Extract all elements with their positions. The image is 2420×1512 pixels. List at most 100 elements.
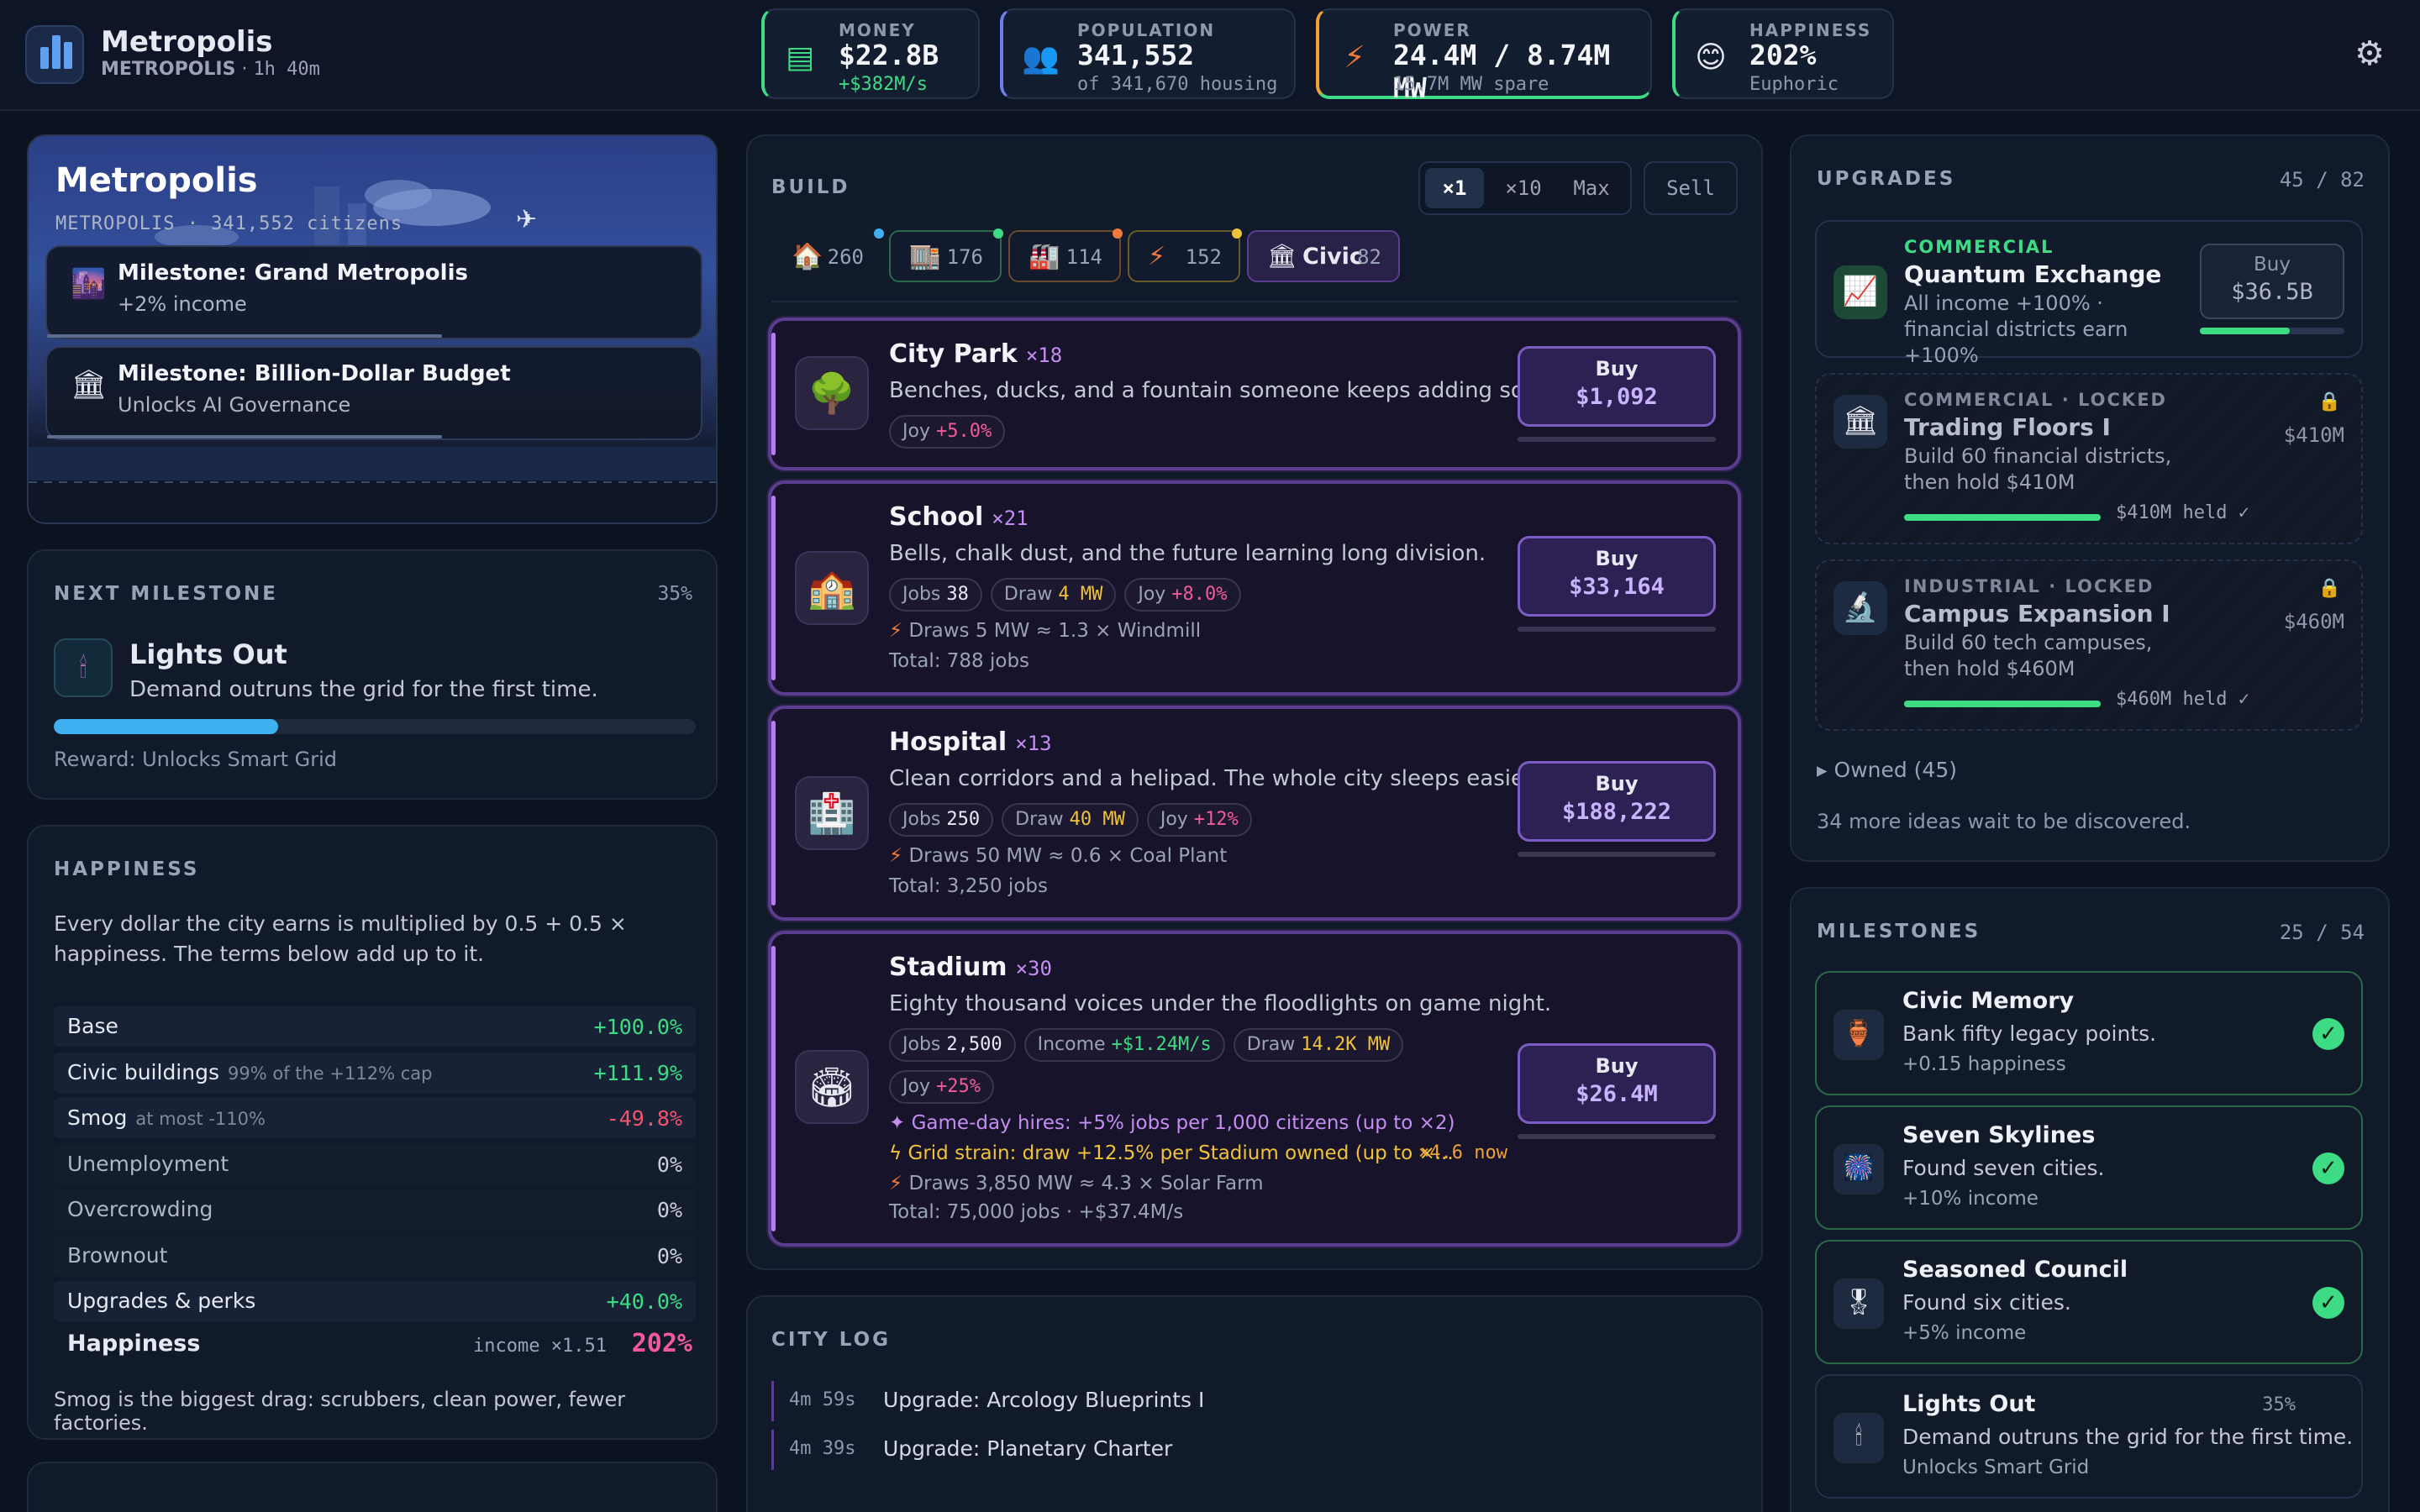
buy-button[interactable]: Buy $1,092 bbox=[1518, 346, 1716, 427]
city-logo-icon bbox=[25, 25, 84, 84]
buy-price: $36.5B bbox=[2231, 279, 2313, 305]
milestone-toast[interactable]: 🏛 Milestone: Billion-Dollar Budget Unloc… bbox=[45, 346, 702, 440]
toast-subtitle: +2% income bbox=[118, 292, 247, 316]
lightning-icon: ⚡ bbox=[1148, 242, 1166, 271]
lock-icon: 🔒 bbox=[2317, 578, 2341, 599]
tab-residential[interactable]: 🏠 260 bbox=[771, 228, 884, 282]
chip-value: 38 bbox=[946, 584, 969, 605]
stat-chips: Jobs 2,500 Income +$1.24M/s Draw 14.2K MW bbox=[889, 1028, 1412, 1062]
owned-count: ×13 bbox=[1015, 732, 1052, 755]
term-label: Overcrowding bbox=[67, 1197, 213, 1221]
term-name: Upgrades & perks bbox=[67, 1289, 256, 1313]
happiness-intro: Every dollar the city earns is multiplie… bbox=[54, 911, 627, 966]
buy-button[interactable]: Buy $33,164 bbox=[1518, 536, 1716, 617]
qty-10-button[interactable]: ×10 bbox=[1492, 168, 1555, 208]
stadium-icon: 🏟 bbox=[795, 1050, 869, 1124]
affordability-bar bbox=[1518, 1134, 1716, 1139]
notification-dot bbox=[874, 228, 884, 239]
tab-power[interactable]: ⚡ 152 bbox=[1128, 228, 1242, 282]
progress-bar bbox=[1904, 514, 2101, 521]
money-rate: +$382M/s bbox=[839, 74, 928, 95]
panel-heading: HAPPINESS bbox=[54, 858, 200, 880]
upgrade-buy-button[interactable]: Buy $36.5B bbox=[2200, 244, 2344, 319]
tab-industrial[interactable]: 🏭 114 bbox=[1008, 228, 1123, 282]
term-name: Brownout bbox=[67, 1242, 168, 1268]
medal-icon: 🎖 bbox=[1833, 1278, 1884, 1329]
held-status: $460M held ✓ bbox=[2116, 689, 2249, 710]
collapsed-panel bbox=[27, 1462, 718, 1512]
population-value: 341,552 bbox=[1077, 39, 1195, 71]
chip-key: Joy bbox=[902, 421, 930, 442]
upgrade-price: $460M bbox=[2283, 610, 2344, 633]
joy-chip: Joy +12% bbox=[1146, 803, 1252, 837]
milestone-desc: Demand outruns the grid for the first ti… bbox=[1902, 1425, 2354, 1449]
jobs-chip: Jobs 250 bbox=[889, 803, 994, 837]
chip-value: +$1.24M/s bbox=[1111, 1034, 1212, 1055]
smiley-icon: 😊 bbox=[1695, 40, 1727, 75]
happiness-panel: HAPPINESS Every dollar the city earns is… bbox=[27, 825, 718, 1440]
qty-max-button[interactable]: Max bbox=[1558, 168, 1625, 208]
power-stat: ⚡ POWER 24.4M / 8.74M MW 15.7M MW spare bbox=[1316, 8, 1652, 104]
jobs-chip: Jobs 38 bbox=[889, 578, 982, 612]
milestone-card: 🏺 Civic Memory Bank fifty legacy points.… bbox=[1815, 971, 2363, 1095]
affordability-bar bbox=[1518, 437, 1716, 442]
milestone-toast[interactable]: 🌆 Milestone: Grand Metropolis +2% income bbox=[45, 245, 702, 339]
sell-button[interactable]: Sell bbox=[1644, 161, 1738, 215]
panel-heading: CITY LOG bbox=[771, 1329, 892, 1351]
notification-dot bbox=[993, 228, 1003, 239]
owned-toggle[interactable]: ▸ Owned (45) bbox=[1817, 758, 1957, 782]
microscope-icon: 🔬 bbox=[1833, 581, 1887, 635]
milestone-name: Civic Memory bbox=[1902, 988, 2075, 1014]
milestone-name: Seasoned Council bbox=[1902, 1257, 2128, 1283]
jobs-total: Total: 75,000 jobs · +$37.4M/s bbox=[889, 1201, 1184, 1223]
bank-icon: 🏛 bbox=[71, 368, 108, 402]
cash-icon: ▤ bbox=[785, 40, 814, 75]
tab-count: 114 bbox=[1065, 245, 1102, 269]
income-chip: Income +$1.24M/s bbox=[1023, 1028, 1225, 1062]
lightning-icon: ϟ bbox=[889, 1142, 902, 1164]
happiness-mood: Euphoric bbox=[1749, 74, 1839, 95]
tab-count: 176 bbox=[946, 245, 983, 269]
draw-chip: Draw 4 MW bbox=[990, 578, 1117, 612]
upgrade-desc: Build 60 tech campuses, then hold $460M bbox=[1904, 631, 2153, 680]
toast-timer-bar bbox=[47, 334, 442, 338]
building-name: City Park ×18 bbox=[889, 339, 1062, 369]
buy-button[interactable]: Buy $188,222 bbox=[1518, 761, 1716, 842]
tab-civic[interactable]: 🏛 Civic 82 bbox=[1247, 230, 1400, 282]
settings-gear-icon[interactable]: ⚙ bbox=[2353, 37, 2386, 71]
qty-1-button[interactable]: ×1 bbox=[1425, 168, 1484, 208]
power-note: ⚡ Draws 5 MW ≈ 1.3 × Windmill bbox=[889, 620, 1201, 642]
buy-button[interactable]: Buy $26.4M bbox=[1518, 1043, 1716, 1124]
log-entry: 4m 39s Upgrade: Planetary Charter bbox=[771, 1430, 1738, 1470]
term-value: +40.0% bbox=[606, 1289, 682, 1314]
stat-chips: Jobs 250 Draw 40 MW Joy +12% bbox=[889, 803, 1260, 837]
milestone-percent: 35% bbox=[2262, 1394, 2296, 1415]
draw-chip: Draw 14.2K MW bbox=[1233, 1028, 1404, 1062]
term-label: Civic buildings 99% of the +112% cap bbox=[67, 1060, 432, 1084]
buy-price: $188,222 bbox=[1561, 799, 1672, 825]
jobs-total: Total: 3,250 jobs bbox=[889, 875, 1048, 897]
happiness-tip: Smog is the biggest drag: scrubbers, cle… bbox=[54, 1388, 626, 1435]
affordability-bar bbox=[1518, 627, 1716, 632]
term-note: at most -110% bbox=[135, 1109, 266, 1129]
divider bbox=[771, 301, 1738, 302]
hero-title: Metropolis bbox=[55, 161, 258, 200]
toast-subtitle: Unlocks AI Governance bbox=[118, 393, 351, 417]
panel-heading: MILESTONES bbox=[1817, 921, 1981, 942]
chip-key: Jobs bbox=[902, 809, 941, 830]
tab-commercial[interactable]: 🏬 176 bbox=[889, 228, 1003, 282]
money-value: $22.8B bbox=[839, 39, 939, 71]
log-time: 4m 39s bbox=[789, 1438, 856, 1459]
milestone-reward: +5% income bbox=[1902, 1322, 2027, 1344]
city-log-panel: CITY LOG 4m 59s Upgrade: Arcology Bluepr… bbox=[746, 1295, 1763, 1512]
upgrade-name: Trading Floors I bbox=[1904, 413, 2111, 441]
term-value: 0% bbox=[656, 1198, 682, 1222]
tab-count: 152 bbox=[1185, 245, 1222, 269]
school-icon: 🏫 bbox=[795, 551, 869, 625]
upgrade-category: COMMERCIAL bbox=[1904, 237, 2054, 257]
chip-value: +5.0% bbox=[935, 421, 992, 442]
panel-heading: BUILD bbox=[771, 176, 850, 198]
happiness-term-row: Smog at most -110% -49.8% bbox=[54, 1098, 696, 1138]
upgrade-card-locked: 🔬 INDUSTRIAL · LOCKED Campus Expansion I… bbox=[1815, 559, 2363, 731]
happiness-stat: 😊 HAPPINESS 202% Euphoric bbox=[1672, 8, 1894, 99]
